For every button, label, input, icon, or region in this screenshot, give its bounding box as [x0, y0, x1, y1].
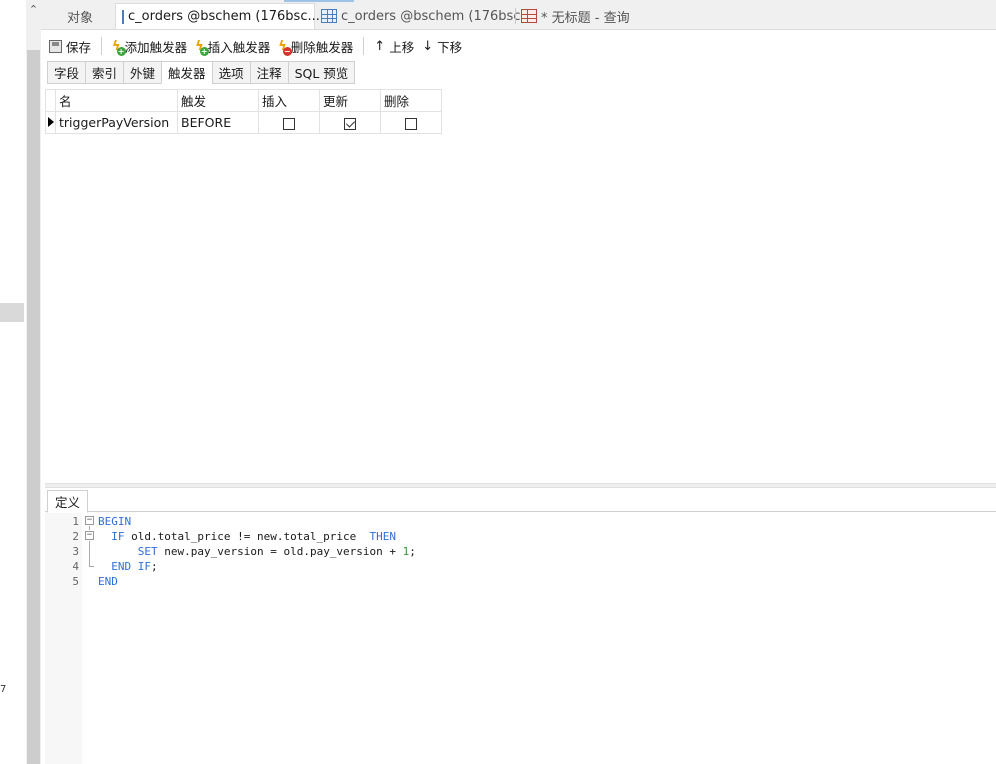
trigger-name-cell[interactable]: triggerPayVersion: [55, 111, 178, 134]
keyword-token: END: [98, 575, 118, 588]
column-header-delete[interactable]: 删除: [380, 89, 442, 112]
keyword-token: BEGIN: [98, 515, 132, 528]
code-line[interactable]: END: [98, 575, 118, 588]
fold-collapse-icon[interactable]: −: [85, 531, 94, 540]
trigger-timing-cell[interactable]: BEFORE: [177, 111, 259, 134]
tab-highlight-line: [284, 0, 354, 2]
scroll-up-icon[interactable]: ⌃: [26, 3, 41, 16]
insert-trigger-icon: ϟ +: [195, 38, 209, 56]
subtab-options[interactable]: 选项: [211, 61, 250, 84]
tab-label: * 无标题 - 查询: [541, 10, 630, 26]
tab-definition[interactable]: 定义: [47, 490, 89, 513]
toolbar-separator: [363, 37, 365, 55]
move-up-button[interactable]: ↑ 上移: [370, 35, 418, 57]
keyword-token: THEN: [369, 530, 397, 543]
column-header-update[interactable]: 更新: [319, 89, 381, 112]
code-text: ;: [151, 560, 158, 573]
grid-header-row: 名 触发 插入 更新 删除: [45, 89, 442, 112]
column-header-timing[interactable]: 触发: [177, 89, 259, 112]
navigator-scrollbar[interactable]: ⌃: [26, 0, 41, 764]
save-icon: [49, 39, 62, 53]
keyword-token: END: [111, 560, 132, 573]
subtab-fields[interactable]: 字段: [47, 61, 86, 84]
trigger-grid: 名 触发 插入 更新 删除 triggerPayVersion BEFORE: [45, 89, 442, 134]
tab-objects[interactable]: 对象: [61, 3, 99, 29]
delete-trigger-label: 删除触发器: [290, 39, 354, 55]
update-checkbox-cell[interactable]: [319, 111, 381, 134]
designer-subtabs: 字段 索引 外键 触发器 选项 注释 SQL 预览: [47, 61, 356, 84]
column-header-insert[interactable]: 插入: [258, 89, 320, 112]
delete-trigger-icon: ϟ −: [278, 38, 292, 56]
subtab-indexes[interactable]: 索引: [85, 61, 124, 84]
add-trigger-button[interactable]: ϟ + 添加触发器: [108, 35, 191, 57]
delete-trigger-button[interactable]: ϟ − 删除触发器: [274, 35, 357, 57]
navigator-pane: 7: [0, 0, 26, 764]
tab-label: 对象: [67, 10, 94, 26]
insert-checkbox[interactable]: [283, 117, 295, 130]
code-text: ;: [409, 545, 416, 558]
toolbar: 保存 ϟ + 添加触发器 ϟ + 插入触发器 ϟ − 删除触发器 ↑ 上移 ↓ 下移: [45, 33, 996, 59]
fold-end-marker: [89, 566, 94, 567]
insert-checkbox-cell[interactable]: [258, 111, 320, 134]
column-header-name[interactable]: 名: [55, 89, 178, 112]
move-up-label: 上移: [389, 39, 415, 55]
definition-tab-bar: 定义: [45, 488, 996, 513]
row-header-corner: [45, 89, 56, 112]
code-text: new.pay_version = old.pay_version +: [157, 545, 403, 558]
move-down-label: 下移: [437, 39, 463, 55]
move-down-button[interactable]: ↓ 下移: [418, 35, 466, 57]
code-line[interactable]: BEGIN: [98, 515, 131, 528]
tab-query[interactable]: * 无标题 - 查询: [515, 3, 636, 29]
add-trigger-icon: ϟ +: [112, 38, 126, 56]
code-line[interactable]: IF old.total_price != new.total_price TH…: [98, 530, 396, 543]
code-line[interactable]: END IF;: [98, 560, 158, 573]
fold-collapse-icon[interactable]: −: [85, 516, 94, 525]
query-icon: [521, 9, 537, 23]
arrow-up-icon: ↑: [374, 38, 386, 54]
code-line[interactable]: SET new.pay_version = old.pay_version + …: [98, 545, 416, 558]
row-pointer-icon: [45, 111, 56, 134]
fold-guide-line: [89, 541, 90, 567]
editor-tab-bar: 对象 c_orders @bschem (176bsc... c_orders …: [41, 0, 996, 30]
delete-checkbox[interactable]: [405, 117, 417, 130]
update-checkbox[interactable]: [344, 117, 356, 130]
selected-object-highlight[interactable]: [0, 303, 24, 322]
arrow-down-icon: ↓: [422, 38, 434, 54]
save-label: 保存: [66, 39, 92, 55]
tab-label: c_orders @bschem (176bsc...: [128, 9, 320, 24]
toolbar-separator: [101, 37, 103, 55]
tab-label: c_orders @bschem (176bsc...: [341, 8, 533, 24]
delete-checkbox-cell[interactable]: [380, 111, 442, 134]
tab-table-data[interactable]: c_orders @bschem (176bsc...: [315, 3, 539, 29]
tab-table-design[interactable]: c_orders @bschem (176bsc...: [115, 3, 320, 29]
subtab-triggers[interactable]: 触发器: [161, 61, 212, 84]
line-number: 1: [72, 515, 79, 528]
line-number: 3: [72, 545, 79, 558]
add-trigger-label: 添加触发器: [124, 39, 188, 55]
keyword-token: IF: [111, 530, 125, 543]
insert-trigger-button[interactable]: ϟ + 插入触发器: [191, 35, 274, 57]
keyword-token: SET: [137, 545, 158, 558]
table-icon: [321, 9, 337, 23]
line-number: 2: [72, 530, 79, 543]
line-number: 4: [72, 560, 79, 573]
pane-mark-text: 7: [0, 684, 7, 695]
line-number: 5: [72, 575, 79, 588]
code-text: old.total_price != new.total_price: [124, 530, 370, 543]
scrollbar-thumb[interactable]: [27, 50, 40, 764]
subtab-foreign-keys[interactable]: 外键: [123, 61, 162, 84]
subtab-comment[interactable]: 注释: [249, 61, 288, 84]
subtab-sql-preview[interactable]: SQL 预览: [287, 61, 356, 84]
table-design-icon: [122, 9, 124, 24]
save-button[interactable]: 保存: [45, 35, 95, 57]
keyword-token: IF: [137, 560, 151, 573]
table-row[interactable]: triggerPayVersion BEFORE: [45, 111, 442, 134]
insert-trigger-label: 插入触发器: [207, 39, 271, 55]
